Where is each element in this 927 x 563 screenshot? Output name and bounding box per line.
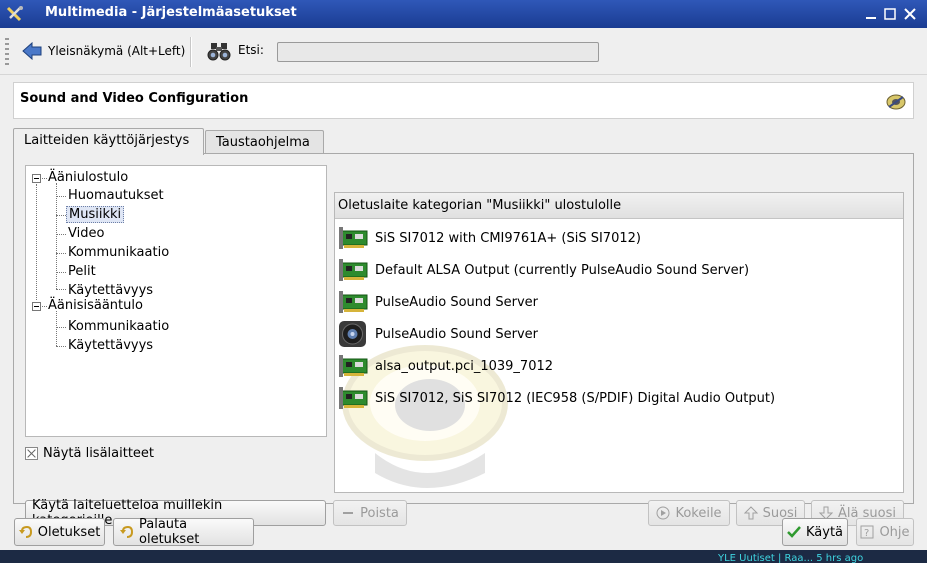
tree-item-output[interactable]: Ääniulostulo xyxy=(48,168,128,187)
remove-button[interactable]: Poista xyxy=(333,500,407,526)
minimize-icon[interactable] xyxy=(863,6,879,22)
device-list[interactable]: Oletuslaite kategorian "Musiikki" ulostu… xyxy=(334,192,904,493)
reset-defaults-button[interactable]: Palauta oletukset xyxy=(113,517,254,547)
search-label: Etsi: xyxy=(238,43,264,57)
back-button-label: Yleisnäkymä (Alt+Left) xyxy=(48,44,186,58)
sound-card-icon xyxy=(339,259,368,281)
tools-icon xyxy=(6,6,23,22)
speaker-icon xyxy=(886,94,906,110)
minus-icon xyxy=(343,512,354,514)
device-item[interactable]: SiS SI7012 with CMI9761A+ (SiS SI7012) xyxy=(338,223,641,253)
close-icon[interactable] xyxy=(902,6,918,22)
device-item[interactable]: PulseAudio Sound Server xyxy=(338,319,538,349)
device-item[interactable]: Default ALSA Output (currently PulseAudi… xyxy=(338,255,749,285)
undo-icon xyxy=(120,525,134,538)
svg-text:?: ? xyxy=(864,528,869,539)
test-button[interactable]: Kokeile xyxy=(648,500,730,526)
sound-card-icon xyxy=(339,291,368,313)
checkbox-box[interactable] xyxy=(25,447,38,460)
tree-item-games[interactable]: Pelit xyxy=(68,262,96,281)
speaker-icon xyxy=(339,321,366,347)
header-banner: Sound and Video Configuration xyxy=(13,82,914,119)
device-label: alsa_output.pci_1039_7012 xyxy=(375,358,554,374)
help-button[interactable]: ? Ohje xyxy=(856,518,914,546)
undo-icon xyxy=(18,525,32,538)
defaults-button[interactable]: Oletukset xyxy=(14,518,105,546)
play-icon xyxy=(656,506,670,520)
toolbar-grip[interactable] xyxy=(5,38,9,66)
device-label: Default ALSA Output (currently PulseAudi… xyxy=(375,262,750,278)
device-label: SiS SI7012, SiS SI7012 (IEC958 (S/PDIF) … xyxy=(375,390,776,406)
main-window: Yleisnäkymä (Alt+Left) Etsi: Sound and V… xyxy=(0,28,927,550)
tree-item-video[interactable]: Video xyxy=(68,224,104,243)
device-item[interactable]: SiS SI7012, SiS SI7012 (IEC958 (S/PDIF) … xyxy=(338,383,775,413)
back-button[interactable]: Yleisnäkymä (Alt+Left) xyxy=(22,40,185,62)
tree-item-input-communication[interactable]: Kommunikaatio xyxy=(68,317,169,336)
taskbar: YLE Uutiset | Raa... 5 hrs ago xyxy=(0,550,927,563)
tree-item-notifications[interactable]: Huomautukset xyxy=(68,186,164,205)
sound-card-icon xyxy=(339,227,368,249)
device-item[interactable]: alsa_output.pci_1039_7012 xyxy=(338,351,553,381)
apply-button[interactable]: Käytä xyxy=(782,518,848,546)
tree-item-input-accessibility[interactable]: Käytettävyys xyxy=(68,336,153,355)
maximize-icon[interactable] xyxy=(882,6,898,22)
taskbar-news-ticker[interactable]: YLE Uutiset | Raa... 5 hrs ago xyxy=(718,553,863,563)
tree-item-music[interactable]: Musiikki xyxy=(66,205,125,224)
expander-input[interactable] xyxy=(32,302,41,311)
tree-item-communication[interactable]: Kommunikaatio xyxy=(68,243,169,262)
window-title: Multimedia - Järjestelmäasetukset xyxy=(45,5,297,20)
toolbar: Yleisnäkymä (Alt+Left) Etsi: xyxy=(0,28,927,75)
sound-card-icon xyxy=(339,355,368,377)
arrow-left-icon xyxy=(22,42,42,60)
search-input[interactable] xyxy=(277,42,599,62)
help-icon: ? xyxy=(860,525,874,539)
device-label: SiS SI7012 with CMI9761A+ (SiS SI7012) xyxy=(375,230,641,246)
show-extra-label: Näytä lisälaitteet xyxy=(43,446,155,461)
title-bar[interactable]: Multimedia - Järjestelmäasetukset xyxy=(0,0,927,28)
tab-device-order[interactable]: Laitteiden käyttöjärjestys xyxy=(13,128,204,155)
page-title: Sound and Video Configuration xyxy=(20,91,249,106)
checkmark-icon xyxy=(787,526,801,538)
toolbar-separator xyxy=(190,37,192,67)
device-item[interactable]: PulseAudio Sound Server xyxy=(338,287,538,317)
device-label: PulseAudio Sound Server xyxy=(375,326,539,342)
tab-backend[interactable]: Taustaohjelma xyxy=(205,130,324,154)
expander-output[interactable] xyxy=(32,174,41,183)
tree-item-input[interactable]: Äänisisääntulo xyxy=(48,296,143,315)
category-tree[interactable]: Ääniulostulo Huomautukset Musiikki Video… xyxy=(25,165,327,437)
sound-card-icon xyxy=(339,387,368,409)
binoculars-icon xyxy=(207,43,231,61)
device-list-header: Oletuslaite kategorian "Musiikki" ulostu… xyxy=(335,193,903,219)
show-extra-checkbox[interactable]: Näytä lisälaitteet xyxy=(25,446,154,461)
tab-panel: Ääniulostulo Huomautukset Musiikki Video… xyxy=(13,153,914,528)
device-label: PulseAudio Sound Server xyxy=(375,294,539,310)
arrow-up-icon xyxy=(743,506,758,520)
